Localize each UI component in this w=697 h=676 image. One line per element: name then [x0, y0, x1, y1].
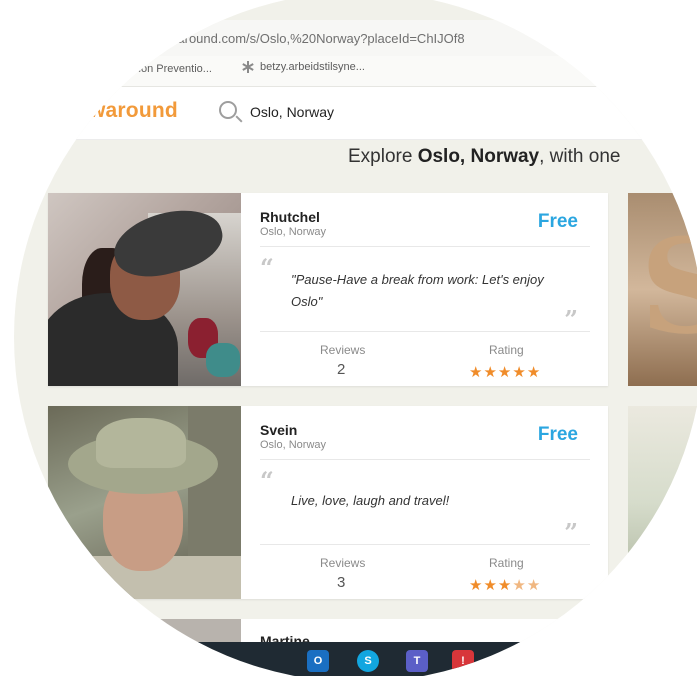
star-icon: ★ [497, 577, 513, 594]
reviews-label: Reviews [320, 556, 366, 570]
site-logo[interactable]: waround [89, 99, 178, 123]
reviews-count: 3 [337, 574, 346, 591]
bookmark-item[interactable]: ction Preventio... [130, 63, 212, 75]
guide-info: Rhutchel Oslo, Norway Free “ "Pause-Have… [260, 193, 590, 386]
rating-label: Rating [489, 343, 524, 357]
star-icon: ★ [469, 577, 484, 594]
star-icon: ★ [483, 364, 498, 381]
guide-info: Svein Oslo, Norway Free “ Live, love, la… [260, 406, 590, 599]
star-icon: ★ [526, 577, 542, 594]
star-icon: ★ [512, 364, 527, 381]
star-icon: ★ [483, 577, 498, 594]
reviews-count: 2 [337, 361, 346, 378]
rating-stars: ★★★★★ [469, 576, 541, 594]
guide-price: Free [537, 211, 578, 232]
guide-quote: Live, love, laugh and travel! [291, 493, 450, 508]
guide-card[interactable]: Rhutchel Oslo, Norway Free “ "Pause-Have… [48, 193, 608, 386]
quote-close-icon: ” [564, 305, 578, 334]
bookmark-label: betzy.arbeidstilsyne... [260, 61, 365, 73]
rating-label: Rating [489, 556, 524, 570]
guide-name[interactable]: Rhutchel [260, 209, 320, 225]
next-card-photo[interactable] [628, 406, 697, 599]
guide-location: Oslo, Norway [260, 439, 327, 451]
search-input[interactable]: Oslo, Norway [250, 104, 334, 120]
app-icon[interactable]: ! [452, 650, 474, 672]
divider [260, 246, 590, 247]
divider [260, 331, 590, 332]
quote-open-icon: “ [260, 253, 274, 282]
teams-icon[interactable]: T [406, 650, 428, 672]
address-url[interactable]: waround.com/s/Oslo,%20Norway?placeId=ChI… [168, 31, 465, 46]
rating-stars: ★★★★★ [469, 363, 541, 381]
quote-close-icon: ” [564, 518, 578, 547]
star-icon: ★ [469, 364, 484, 381]
guide-card[interactable]: Svein Oslo, Norway Free “ Live, love, la… [48, 406, 608, 599]
divider [260, 544, 590, 545]
bookmark-favicon-icon [242, 61, 254, 73]
star-icon: ★ [497, 364, 513, 381]
search-icon[interactable] [219, 101, 237, 119]
guide-name[interactable]: Svein [260, 422, 297, 438]
guide-quote: "Pause-Have a break from work: Let's enj… [291, 272, 544, 309]
page-title: Explore Oslo, Norway, with one [348, 146, 621, 167]
bookmark-item[interactable]: - Deagu! [618, 65, 664, 79]
guide-photo[interactable] [48, 406, 241, 599]
star-icon: ★ [526, 364, 542, 381]
taskbar [14, 642, 697, 676]
quote-open-icon: “ [260, 466, 274, 495]
outlook-icon[interactable]: O [307, 650, 329, 672]
bookmark-item[interactable]: betzy.arbeidstilsyne... [242, 61, 365, 73]
guide-location: Oslo, Norway [260, 226, 327, 238]
reviews-label: Reviews [320, 343, 366, 357]
skype-icon[interactable]: S [357, 650, 379, 672]
star-icon: ★ [512, 577, 527, 594]
sculpture-letter-image: S [640, 210, 697, 363]
screenshot: th Korea waround.com/s/Oslo,%20Norway?pl… [0, 0, 697, 676]
guide-price: Free [537, 424, 578, 445]
divider [260, 459, 590, 460]
guide-photo[interactable] [48, 193, 241, 386]
circular-viewport: th Korea waround.com/s/Oslo,%20Norway?pl… [14, 0, 697, 676]
